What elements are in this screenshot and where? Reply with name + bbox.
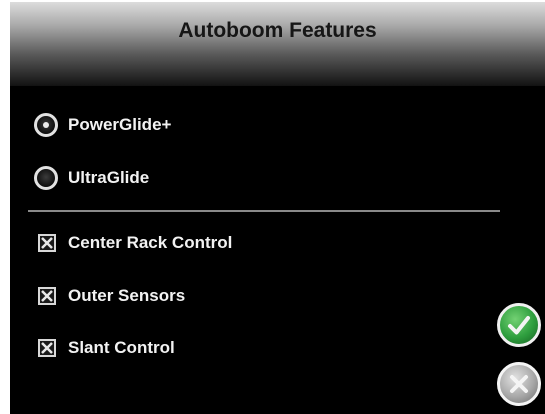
x-icon [510, 375, 528, 393]
title-bar: Autoboom Features [10, 2, 545, 86]
radio-ultraglide-label: UltraGlide [68, 168, 150, 187]
checkbox-checked-icon[interactable] [38, 234, 56, 252]
checkbox-outer-sensors[interactable]: Outer Sensors [34, 286, 185, 306]
checkbox-slant-control[interactable]: Slant Control [34, 338, 175, 358]
dialog-title: Autoboom Features [178, 19, 377, 42]
radio-powerglide[interactable]: PowerGlide+ [34, 113, 171, 137]
divider [28, 210, 500, 212]
checkbox-center-rack-control[interactable]: Center Rack Control [34, 233, 232, 253]
checkmark-icon [508, 316, 530, 335]
accept-button[interactable] [497, 303, 541, 347]
checkbox-outer-sensors-label: Outer Sensors [68, 286, 186, 305]
checkbox-center-rack-control-label: Center Rack Control [68, 233, 233, 252]
cancel-button[interactable] [497, 362, 541, 406]
radio-powerglide-label: PowerGlide+ [68, 115, 172, 134]
checkbox-slant-control-label: Slant Control [68, 338, 175, 357]
autoboom-dialog: Autoboom Features PowerGlide+ UltraGlide… [10, 2, 545, 414]
radio-selected-icon[interactable] [34, 113, 58, 137]
radio-ultraglide[interactable]: UltraGlide [34, 166, 149, 190]
checkbox-checked-icon[interactable] [38, 339, 56, 357]
checkbox-checked-icon[interactable] [38, 287, 56, 305]
radio-unselected-icon[interactable] [34, 166, 58, 190]
